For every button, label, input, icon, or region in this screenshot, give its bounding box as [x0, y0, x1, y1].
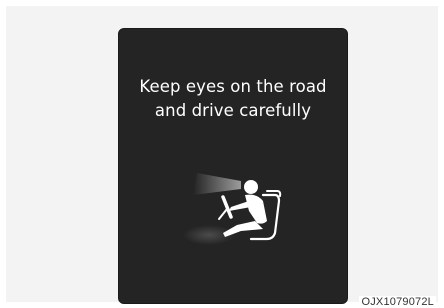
cluster-display: Keep eyes on the road and drive carefull… — [118, 28, 348, 304]
warning-message-line-1: Keep eyes on the road — [139, 77, 327, 96]
figure-code: OJX1079072L — [359, 296, 436, 308]
warning-message: Keep eyes on the road and drive carefull… — [119, 75, 347, 123]
figure-panel: Keep eyes on the road and drive carefull… — [6, 6, 438, 308]
driver-attention-icon — [183, 173, 282, 245]
warning-message-line-2: and drive carefully — [154, 101, 312, 120]
